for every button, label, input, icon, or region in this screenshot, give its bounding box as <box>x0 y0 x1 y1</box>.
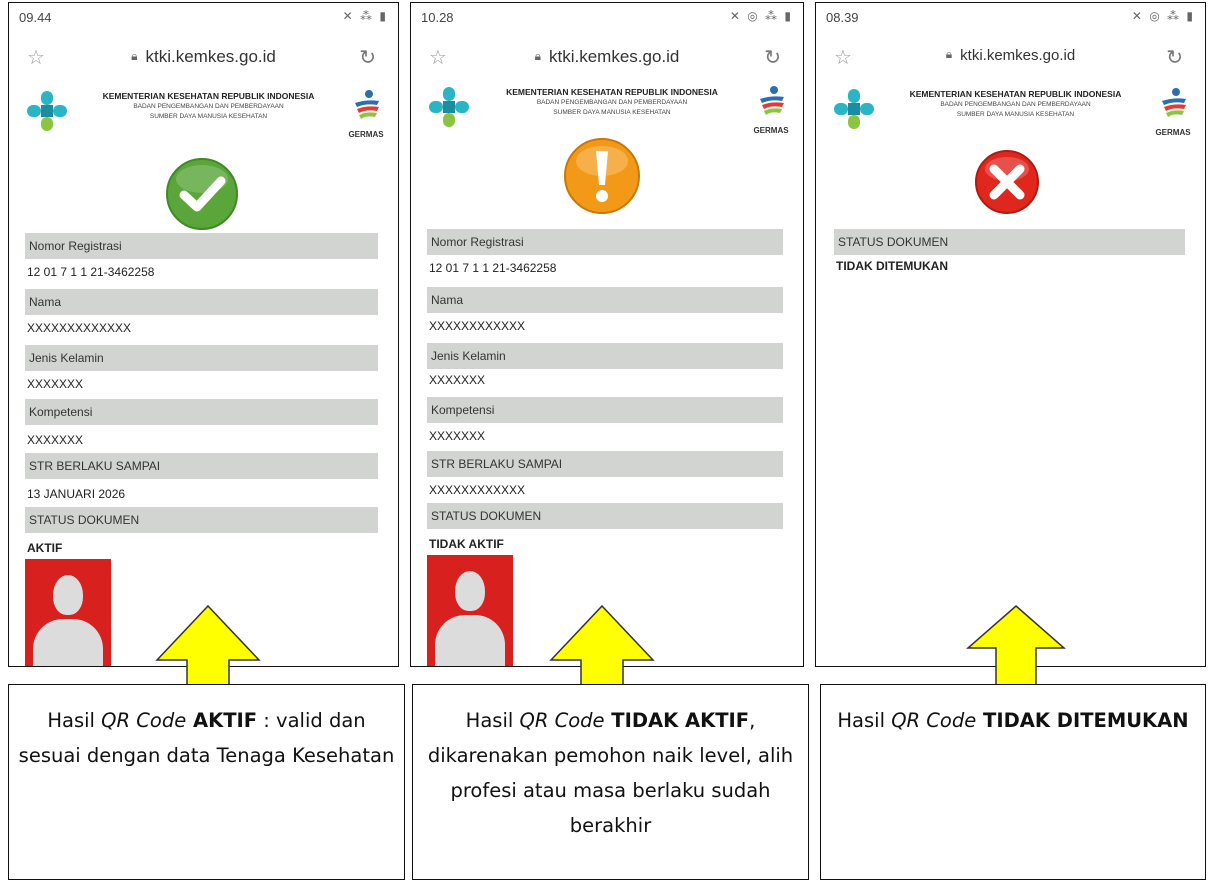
screenshot-aktif: 09.44 ✕ ⁂ ▮ ☆ 🔒︎ ktki.kemkes.go.id ↻ KEME… <box>8 2 399 667</box>
germas-label: GERMAS <box>753 126 789 135</box>
agency-line1: BADAN PENGEMBANGAN DAN PEMBERDAYAAN <box>940 101 1091 108</box>
url-display[interactable]: 🔒︎ ktki.kemkes.go.id <box>411 47 803 67</box>
lock-icon: 🔒︎ <box>131 49 138 63</box>
screenshot-tidak-aktif: 10.28 ✕ ◎ ⁂ ▮ ☆ 🔒︎ ktki.kemkes.go.id ↻ KE… <box>410 2 804 667</box>
value-nama: XXXXXXXXXXXXX <box>27 321 132 335</box>
lock-icon: 🔒︎ <box>945 47 953 61</box>
label-status-dokumen: STATUS DOKUMEN <box>427 503 783 529</box>
url-text: ktki.kemkes.go.id <box>549 47 680 66</box>
value-nama: XXXXXXXXXXXX <box>429 319 526 333</box>
germas-figure-icon <box>355 90 379 119</box>
label-nama: Nama <box>25 289 378 315</box>
error-icon <box>975 150 1039 214</box>
status-time: 09.44 <box>19 10 52 25</box>
label-nomor-registrasi: Nomor Registrasi <box>25 233 378 259</box>
value-str-berlaku: XXXXXXXXXXXX <box>429 483 526 497</box>
value-kompetensi: XXXXXXX <box>429 429 486 443</box>
ministry-title: KEMENTERIAN KESEHATAN REPUBLIK INDONESIA <box>102 91 315 101</box>
reload-icon[interactable]: ↻ <box>359 45 376 70</box>
label-jenis-kelamin: Jenis Kelamin <box>25 345 378 371</box>
check-icon <box>166 158 238 230</box>
arrow-up-icon <box>966 605 1066 691</box>
url-display[interactable]: 🔒︎ ktki.kemkes.go.id <box>9 47 398 67</box>
avatar-head <box>53 575 83 615</box>
agency-line1: BADAN PENGEMBANGAN DAN PEMBERDAYAAN <box>133 103 284 110</box>
caption-prefix: Hasil <box>837 709 892 732</box>
germas-figure-icon <box>760 86 784 115</box>
label-status-dokumen: STATUS DOKUMEN <box>25 507 378 533</box>
value-nomor-registrasi: 12 01 7 1 1 21-3462258 <box>27 265 155 279</box>
caption-qr-code: QR Code <box>519 709 605 732</box>
caption-status: TIDAK DITEMUKAN <box>976 709 1189 732</box>
ministry-header: KEMENTERIAN KESEHATAN REPUBLIK INDONESIA… <box>411 79 803 139</box>
ministry-title: KEMENTERIAN KESEHATAN REPUBLIK INDONESIA <box>909 89 1122 99</box>
status-bar: 08.39 ✕ ◎ ⁂ ▮ <box>816 3 1205 29</box>
germas-figure-icon <box>1162 88 1186 117</box>
label-status-dokumen: STATUS DOKUMEN <box>834 229 1185 255</box>
germas-label: GERMAS <box>348 130 384 139</box>
url-bar[interactable]: ☆ 🔒︎ ktki.kemkes.go.id ↻ <box>411 39 803 75</box>
caption-prefix: Hasil <box>47 709 102 732</box>
value-status-dokumen: AKTIF <box>27 541 63 555</box>
kemenkes-logo-icon <box>27 91 67 131</box>
agency-line2: SUMBER DAYA MANUSIA KESEHATAN <box>956 111 1075 118</box>
caption-qr-code: QR Code <box>891 709 977 732</box>
url-text: ktki.kemkes.go.id <box>145 47 276 66</box>
caption-prefix: Hasil <box>465 709 520 732</box>
caption-aktif: Hasil QR Code AKTIF : valid dan sesuai d… <box>8 684 405 880</box>
agency-line2: SUMBER DAYA MANUSIA KESEHATAN <box>553 109 671 116</box>
url-text: ktki.kemkes.go.id <box>960 47 1076 64</box>
status-icons: ✕ ◎ ⁂ ▮ <box>1131 9 1195 23</box>
value-jenis-kelamin: XXXXXXX <box>429 373 486 387</box>
reload-icon[interactable]: ↻ <box>1166 45 1183 70</box>
status-icons: ✕ ◎ ⁂ ▮ <box>729 9 793 23</box>
value-status-dokumen: TIDAK DITEMUKAN <box>836 259 948 273</box>
label-str-berlaku: STR BERLAKU SAMPAI <box>427 451 783 477</box>
value-nomor-registrasi: 12 01 7 1 1 21-3462258 <box>429 261 557 275</box>
url-bar[interactable]: ☆ 🔒︎ ktki.kemkes.go.id ↻ <box>9 39 398 75</box>
agency-line2: SUMBER DAYA MANUSIA KESEHATAN <box>149 113 268 120</box>
caption-status: TIDAK AKTIF <box>604 709 750 732</box>
value-kompetensi: XXXXXXX <box>27 433 84 447</box>
profile-photo-placeholder <box>25 559 111 666</box>
avatar-body <box>33 619 103 666</box>
caption-tidak-ditemukan: Hasil QR Code TIDAK DITEMUKAN <box>820 684 1206 880</box>
avatar-body <box>435 615 505 666</box>
value-jenis-kelamin: XXXXXXX <box>27 377 84 391</box>
label-nomor-registrasi: Nomor Registrasi <box>427 229 783 255</box>
value-str-berlaku: 13 JANUARI 2026 <box>27 487 126 501</box>
screenshot-tidak-ditemukan: 08.39 ✕ ◎ ⁂ ▮ ☆ 🔒︎ ktki.kemkes.go.id ↻ KE… <box>815 2 1206 667</box>
status-icons: ✕ ⁂ ▮ <box>342 9 388 23</box>
caption-qr-code: QR Code <box>101 709 187 732</box>
germas-logo: GERMAS <box>346 89 386 139</box>
url-display[interactable]: 🔒︎ ktki.kemkes.go.id <box>816 47 1205 64</box>
caption-status: AKTIF <box>186 709 258 732</box>
label-kompetensi: Kompetensi <box>25 399 378 425</box>
germas-label: GERMAS <box>1155 128 1191 137</box>
label-nama: Nama <box>427 287 783 313</box>
kemenkes-logo-icon <box>429 87 469 127</box>
status-time: 08.39 <box>826 10 859 25</box>
warning-icon <box>564 138 640 214</box>
avatar-head <box>455 571 485 611</box>
kemenkes-logo-icon <box>834 89 874 129</box>
label-jenis-kelamin: Jenis Kelamin <box>427 343 783 369</box>
germas-logo: GERMAS <box>1153 87 1193 137</box>
status-bar: 09.44 ✕ ⁂ ▮ <box>9 3 398 29</box>
label-kompetensi: Kompetensi <box>427 397 783 423</box>
status-bar: 10.28 ✕ ◎ ⁂ ▮ <box>411 3 803 29</box>
label-str-berlaku: STR BERLAKU SAMPAI <box>25 453 378 479</box>
reload-icon[interactable]: ↻ <box>764 45 781 70</box>
germas-logo: GERMAS <box>751 85 791 135</box>
ministry-title: KEMENTERIAN KESEHATAN REPUBLIK INDONESIA <box>506 87 718 97</box>
ministry-header: KEMENTERIAN KESEHATAN REPUBLIK INDONESIA… <box>816 81 1205 141</box>
value-status-dokumen: TIDAK AKTIF <box>429 537 504 551</box>
agency-line1: BADAN PENGEMBANGAN DAN PEMBERDAYAAN <box>536 99 688 106</box>
caption-tidak-aktif: Hasil QR Code TIDAK AKTIF, dikarenakan p… <box>412 684 809 880</box>
lock-icon: 🔒︎ <box>534 49 541 63</box>
url-bar[interactable]: ☆ 🔒︎ ktki.kemkes.go.id ↻ <box>816 39 1205 75</box>
profile-photo-placeholder <box>427 555 513 666</box>
status-time: 10.28 <box>421 10 454 25</box>
ministry-header: KEMENTERIAN KESEHATAN REPUBLIK INDONESIA… <box>9 83 398 143</box>
